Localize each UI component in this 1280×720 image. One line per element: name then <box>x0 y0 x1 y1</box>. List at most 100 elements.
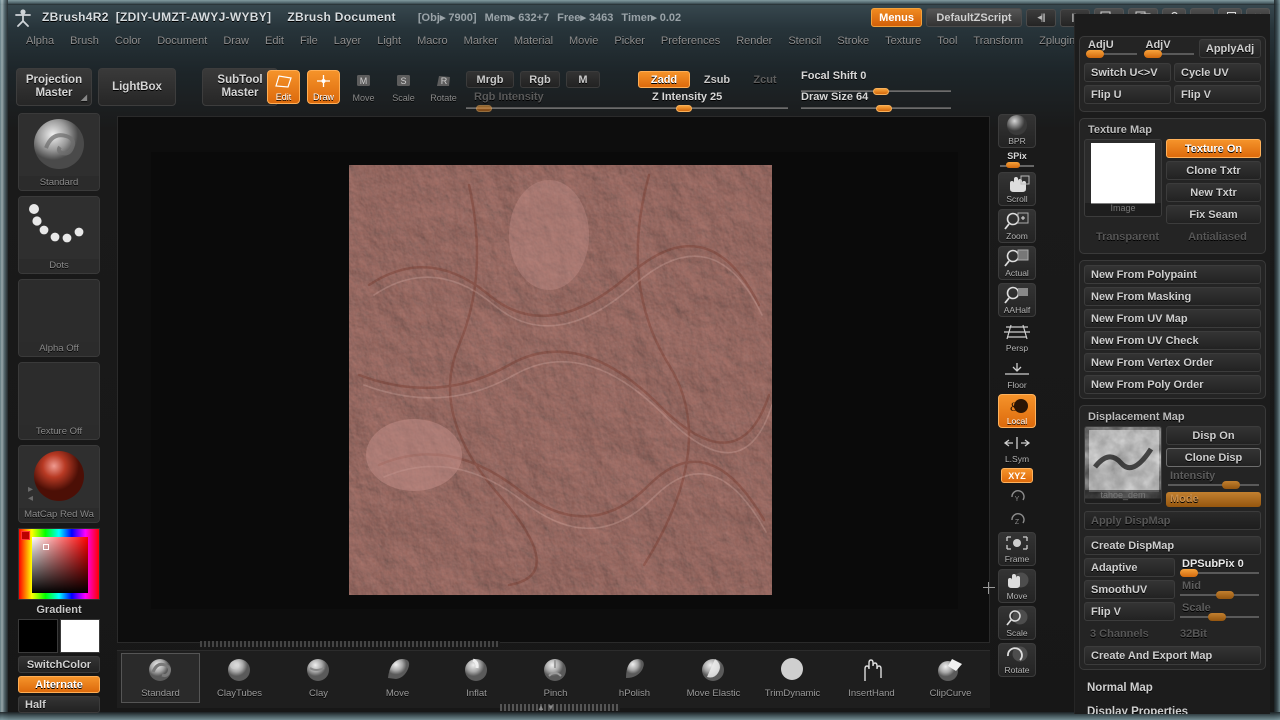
menu-item-render[interactable]: Render <box>728 33 780 49</box>
brush-item-inserthand[interactable]: InsertHand <box>832 653 911 703</box>
new-txtr-button[interactable]: New Txtr <box>1166 183 1261 202</box>
menu-item-texture[interactable]: Texture <box>877 33 929 49</box>
mrgb-button[interactable]: Mrgb <box>466 71 514 88</box>
menu-item-file[interactable]: File <box>292 33 326 49</box>
disp-mode-slider[interactable]: Mode <box>1166 492 1261 507</box>
menu-item-document[interactable]: Document <box>149 33 215 49</box>
brush-item-claytubes[interactable]: ClayTubes <box>200 653 279 703</box>
nav-prev-icon[interactable]: ◂||| <box>1026 8 1056 27</box>
menu-item-brush[interactable]: Brush <box>62 33 107 49</box>
transparent-button[interactable]: Transparent <box>1084 227 1171 246</box>
main-color-swatch[interactable] <box>18 619 58 653</box>
menu-item-macro[interactable]: Macro <box>409 33 456 49</box>
zcut-button[interactable]: Zcut <box>744 71 786 88</box>
aahalf-button[interactable]: AAHalf <box>998 283 1036 317</box>
new-from-uv-map-button[interactable]: New From UV Map <box>1084 309 1261 328</box>
brush-item-clipcurve[interactable]: ClipCurve <box>911 653 990 703</box>
menu-item-layer[interactable]: Layer <box>326 33 370 49</box>
brush-item-hpolish[interactable]: hPolish <box>595 653 674 703</box>
mid-slider[interactable]: Mid <box>1178 580 1261 599</box>
flip-v-disp-button[interactable]: Flip V <box>1084 602 1175 621</box>
menus-button[interactable]: Menus <box>871 8 922 27</box>
xyz-button[interactable]: XYZ <box>998 468 1036 483</box>
antialiased-button[interactable]: Antialiased <box>1174 227 1261 246</box>
flip-v-button[interactable]: Flip V <box>1174 85 1261 104</box>
menu-item-picker[interactable]: Picker <box>606 33 653 49</box>
brush-item-clay[interactable]: Clay <box>279 653 358 703</box>
new-from-vertex-order-button[interactable]: New From Vertex Order <box>1084 353 1261 372</box>
flip-u-button[interactable]: Flip U <box>1084 85 1171 104</box>
brush-item-trimdynamic[interactable]: TrimDynamic <box>753 653 832 703</box>
half-button[interactable]: Half <box>18 696 100 713</box>
m-button[interactable]: M <box>566 71 600 88</box>
brush-item-inflat[interactable]: Inflat <box>437 653 516 703</box>
focal-shift-slider[interactable]: Focal Shift 0 <box>801 70 951 95</box>
zscript-button[interactable]: DefaultZScript <box>926 8 1022 27</box>
terrain-model-render[interactable] <box>349 165 772 595</box>
persp-button[interactable]: Persp <box>998 320 1036 354</box>
brush-item-move-elastic[interactable]: Move Elastic <box>674 653 753 703</box>
scale-slider[interactable]: Scale <box>1178 602 1261 621</box>
displacement-map-thumbnail[interactable]: tahoe_dem <box>1084 426 1162 504</box>
disp-on-button[interactable]: Disp On <box>1166 426 1261 445</box>
rotate-nav-button[interactable]: Rotate <box>998 643 1036 677</box>
disp-intensity-slider[interactable]: Intensity <box>1166 470 1261 489</box>
menu-item-edit[interactable]: Edit <box>257 33 292 49</box>
clone-txtr-button[interactable]: Clone Txtr <box>1166 161 1261 180</box>
color-picker[interactable] <box>18 528 100 600</box>
rotate-z-icon[interactable]: Z <box>998 509 1036 529</box>
rotate-y-icon[interactable]: Y <box>998 486 1036 506</box>
menu-item-transform[interactable]: Transform <box>965 33 1031 49</box>
texture-on-button[interactable]: Texture On <box>1166 139 1261 158</box>
zadd-button[interactable]: Zadd <box>638 71 690 88</box>
menu-item-movie[interactable]: Movie <box>561 33 606 49</box>
bpr-button[interactable]: BPR <box>998 114 1036 148</box>
new-from-poly-order-button[interactable]: New From Poly Order <box>1084 375 1261 394</box>
canvas-horizontal-scrollbar[interactable] <box>200 641 500 647</box>
cycle-uv-button[interactable]: Cycle UV <box>1174 63 1261 82</box>
bitdepth-button[interactable]: 32Bit <box>1174 624 1261 643</box>
secondary-color-swatch[interactable] <box>60 619 100 653</box>
menu-item-stencil[interactable]: Stencil <box>780 33 829 49</box>
menu-item-stroke[interactable]: Stroke <box>829 33 877 49</box>
brush-item-standard[interactable]: Standard <box>121 653 200 703</box>
switchcolor-button[interactable]: SwitchColor <box>18 656 100 673</box>
menu-item-tool[interactable]: Tool <box>929 33 965 49</box>
current-alpha-swatch[interactable]: Alpha Off <box>18 279 100 357</box>
fix-seam-button[interactable]: Fix Seam <box>1166 205 1261 224</box>
brush-item-move[interactable]: Move <box>358 653 437 703</box>
apply-adj-button[interactable]: ApplyAdj <box>1199 39 1261 58</box>
canvas-document[interactable] <box>151 152 995 609</box>
rgb-intensity-slider[interactable]: Rgb Intensity <box>466 91 656 112</box>
lsym-button[interactable]: L.Sym <box>998 431 1036 465</box>
brush-item-pinch[interactable]: Pinch <box>516 653 595 703</box>
floor-button[interactable]: Floor <box>998 357 1036 391</box>
apply-dispmap-button[interactable]: Apply DispMap <box>1084 511 1261 530</box>
z-intensity-slider[interactable]: Z Intensity 25 <box>638 91 788 112</box>
brush-bar-arrows-icon[interactable]: ▲▼ <box>537 703 557 712</box>
menu-item-draw[interactable]: Draw <box>215 33 257 49</box>
canvas-area[interactable] <box>117 116 995 643</box>
actual-button[interactable]: Actual <box>998 246 1036 280</box>
scale-nav-button[interactable]: Scale <box>998 606 1036 640</box>
adaptive-button[interactable]: Adaptive <box>1084 558 1175 577</box>
alternate-button[interactable]: Alternate <box>18 676 100 693</box>
menu-item-color[interactable]: Color <box>107 33 149 49</box>
create-dispmap-button[interactable]: Create DispMap <box>1084 536 1261 555</box>
section-display-properties[interactable]: Display Properties <box>1079 700 1266 714</box>
texture-map-thumbnail[interactable]: Image <box>1084 139 1162 217</box>
brush-bar-scrollbar[interactable] <box>500 704 620 711</box>
scroll-button[interactable]: Scroll <box>998 172 1036 206</box>
local-button[interactable]: & Local <box>998 394 1036 428</box>
move-button[interactable]: M Move <box>347 70 380 104</box>
new-from-uv-check-button[interactable]: New From UV Check <box>1084 331 1261 350</box>
zsub-button[interactable]: Zsub <box>694 71 740 88</box>
menu-item-light[interactable]: Light <box>369 33 409 49</box>
menu-item-alpha[interactable]: Alpha <box>18 33 62 49</box>
adju-slider[interactable]: AdjU <box>1084 39 1139 58</box>
current-texture-swatch[interactable]: Texture Off <box>18 362 100 440</box>
adjv-slider[interactable]: AdjV <box>1142 39 1197 58</box>
switch-uv-button[interactable]: Switch U<>V <box>1084 63 1171 82</box>
spix-slider[interactable]: SPix <box>998 151 1036 169</box>
menu-item-marker[interactable]: Marker <box>456 33 506 49</box>
